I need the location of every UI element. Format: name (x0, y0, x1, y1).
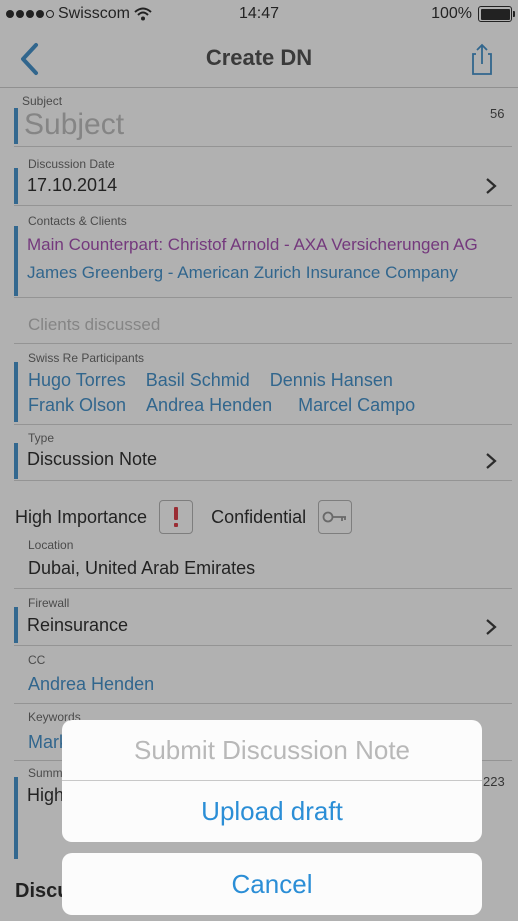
cancel-button[interactable]: Cancel (62, 853, 482, 915)
submit-discussion-note-button: Submit Discussion Note (62, 720, 482, 781)
action-sheet: Submit Discussion Note Upload draft (62, 720, 482, 842)
upload-draft-button[interactable]: Upload draft (62, 781, 482, 842)
